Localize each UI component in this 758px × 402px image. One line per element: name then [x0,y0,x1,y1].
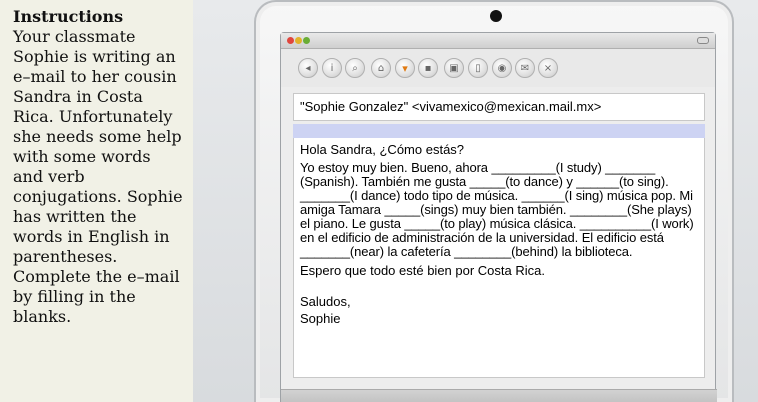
download-icon[interactable]: ▾ [395,58,415,78]
email-paragraph: Yo estoy muy bien. Bueno, ahora ________… [300,160,694,259]
camera-icon [490,10,502,22]
document-icon[interactable]: ▯ [468,58,488,78]
laptop-frame: ◂ i ⌕ ⌂ ▾ ▪ ▣ ▯ ◉ ✉ × "Sophie Gonzalez" … [254,0,734,402]
instructions-title: Instructions [13,7,124,26]
maximize-window-button[interactable] [303,37,310,44]
email-signature: Sophie [300,311,341,326]
info-icon[interactable]: i [322,58,342,78]
email-body[interactable]: Hola Sandra, ¿Cómo estás? Yo estoy muy b… [293,138,705,378]
mail-window: ◂ i ⌕ ⌂ ▾ ▪ ▣ ▯ ◉ ✉ × "Sophie Gonzalez" … [280,32,717,402]
image-icon[interactable]: ▣ [444,58,464,78]
instructions-panel: Instructions Your classmate Sophie is wr… [0,0,193,402]
settings-icon[interactable]: ◉ [492,58,512,78]
window-pill-button[interactable] [697,37,709,44]
subject-field[interactable] [293,124,705,138]
close-icon[interactable]: × [538,58,558,78]
mail-icon[interactable]: ✉ [515,58,535,78]
email-closing: Espero que todo esté bien por Costa Rica… [300,263,545,278]
save-icon[interactable]: ▪ [418,58,438,78]
back-icon[interactable]: ◂ [298,58,318,78]
email-greeting: Hola Sandra, ¿Cómo estás? [300,142,465,157]
window-status-bar [281,389,717,402]
close-window-button[interactable] [287,37,294,44]
minimize-window-button[interactable] [295,37,302,44]
search-icon[interactable]: ⌕ [345,58,365,78]
from-field[interactable]: "Sophie Gonzalez" <vivamexico@mexican.ma… [293,93,705,121]
home-icon[interactable]: ⌂ [371,58,391,78]
instructions-text: Your classmate Sophie is writing an e–ma… [13,27,183,326]
window-titlebar [281,33,715,49]
email-signoff: Saludos, [300,294,351,309]
mail-toolbar: ◂ i ⌕ ⌂ ▾ ▪ ▣ ▯ ◉ ✉ × [281,49,715,87]
